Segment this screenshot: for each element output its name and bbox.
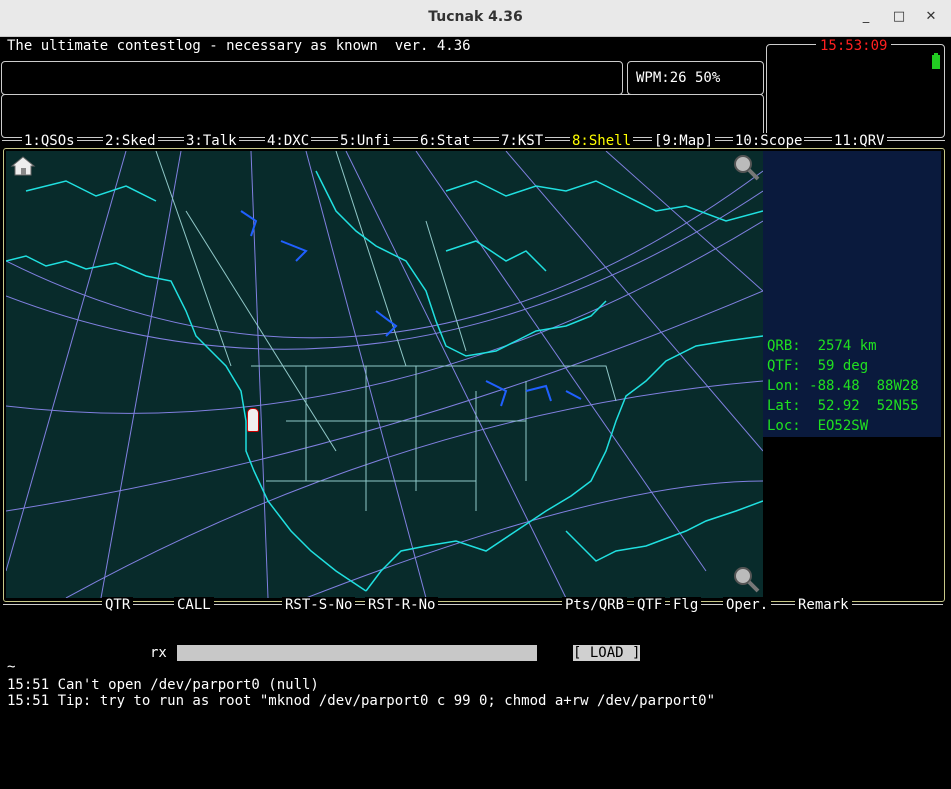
window-title: Tucnak 4.36 — [428, 9, 523, 25]
col-oper: Oper. — [723, 597, 772, 613]
tab-sked[interactable]: 2:Sked — [103, 133, 158, 149]
banner-text: The ultimate contestlog - necessary as k… — [7, 38, 471, 54]
qtf-value: 59 deg — [817, 358, 869, 374]
lat-lon-grid — [6, 151, 763, 598]
tab-kst[interactable]: 7:KST — [499, 133, 546, 149]
tab-shell[interactable]: 8:Shell — [570, 133, 634, 149]
log-line-2: 15:51 Tip: try to run as root "mknod /de… — [7, 693, 716, 709]
zoom-in-icon[interactable] — [732, 153, 760, 181]
tab-talk[interactable]: 3:Talk — [184, 133, 239, 149]
lon-label: Lon: — [767, 378, 801, 394]
lakes — [240, 210, 582, 407]
qtf-label: QTF: — [767, 358, 801, 374]
rx-progress-bar — [177, 645, 537, 661]
tab-dxc[interactable]: 4:DXC — [265, 133, 312, 149]
lat-dms: 52N55 — [876, 398, 919, 414]
window-titlebar: Tucnak 4.36 _ □ ✕ — [0, 0, 951, 37]
map-canvas — [6, 151, 763, 598]
home-icon[interactable] — [10, 155, 36, 177]
col-flg: Flg — [670, 597, 702, 613]
log-tilde: ~ — [7, 659, 16, 675]
clock-box — [766, 44, 945, 138]
log-line-1: 15:51 Can't open /dev/parport0 (null) — [7, 677, 319, 693]
col-remark: Remark — [795, 597, 852, 613]
map-view[interactable] — [6, 151, 763, 598]
qrb-value: 2574 km — [817, 338, 877, 354]
lat-row: Lat: 52.92 52N55 — [767, 398, 919, 414]
lon-value: -88.48 — [809, 378, 860, 394]
terminal-area: The ultimate contestlog - necessary as k… — [0, 37, 951, 709]
maximize-button[interactable]: □ — [891, 9, 907, 25]
lat-value: 52.92 — [817, 398, 860, 414]
loc-label: Loc: — [767, 418, 801, 434]
column-header: QTR CALL RST-S-No RST-R-No Pts/QRB QTF F… — [0, 597, 951, 613]
lon-row: Lon: -88.48 88W28 — [767, 378, 919, 394]
close-button[interactable]: ✕ — [923, 9, 939, 25]
zoom-out-icon[interactable] — [732, 565, 760, 593]
info-panel: QRB: 2574 km QTF: 59 deg Lon: -88.48 88W… — [763, 151, 941, 437]
tab-qrv[interactable]: 11:QRV — [832, 133, 887, 149]
battery-icon — [932, 53, 940, 69]
tab-stat[interactable]: 6:Stat — [418, 133, 473, 149]
loc-value: EO52SW — [817, 418, 869, 434]
lat-label: Lat: — [767, 398, 801, 414]
tab-bar: 1:QSOs 2:Sked 3:Talk 4:DXC 5:Unfi 6:Stat… — [0, 133, 951, 149]
tab-unfi[interactable]: 5:Unfi — [338, 133, 393, 149]
col-qtf: QTF — [634, 597, 666, 613]
minimize-button[interactable]: _ — [858, 9, 874, 25]
clock-text: 15:53:09 — [816, 38, 892, 54]
wpm-text: WPM:26 50% — [636, 70, 721, 86]
rx-label: rx — [150, 645, 167, 661]
qrb-label: QRB: — [767, 338, 801, 354]
tab-qsos[interactable]: 1:QSOs — [22, 133, 77, 149]
col-pts-qrb: Pts/QRB — [562, 597, 628, 613]
input-box-bottom — [1, 94, 764, 138]
col-qtr: QTR — [102, 597, 134, 613]
col-rst-r: RST-R-No — [365, 597, 439, 613]
col-rst-s: RST-S-No — [282, 597, 356, 613]
qtf-row: QTF: 59 deg — [767, 358, 868, 374]
lon-dms: 88W28 — [876, 378, 919, 394]
col-call: CALL — [174, 597, 214, 613]
coastlines — [6, 170, 763, 592]
location-marker-icon — [247, 408, 259, 432]
tab-scope[interactable]: 10:Scope — [733, 133, 805, 149]
load-button[interactable]: [ LOAD ] — [573, 645, 641, 661]
loc-row: Loc: EO52SW — [767, 418, 868, 434]
input-box-top — [1, 61, 623, 95]
tab-map[interactable]: [9:Map] — [652, 133, 716, 149]
qrb-row: QRB: 2574 km — [767, 338, 877, 354]
